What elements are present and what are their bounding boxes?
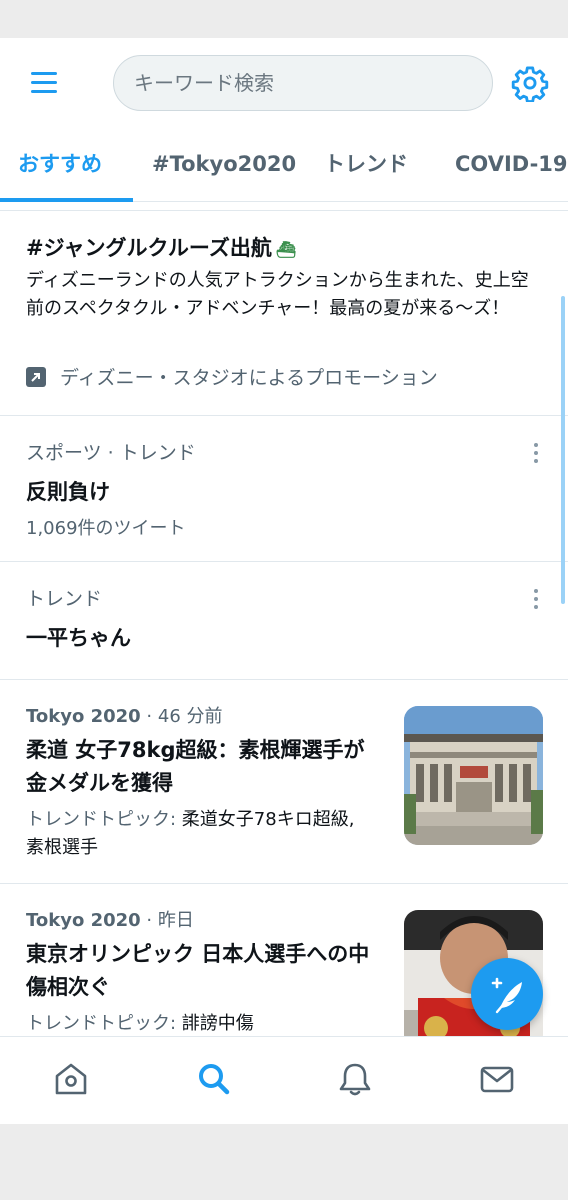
active-tab-indicator [0, 198, 133, 202]
bottom-navigation [0, 1036, 568, 1124]
trend-item[interactable]: スポーツ · トレンド 反則負け 1,069件のツイート [0, 416, 568, 562]
bell-icon[interactable] [335, 1059, 375, 1099]
trend-name: 反則負け [26, 480, 110, 504]
app-screen: キーワード検索 おすすめ #Tokyo2020 トレンド COVID-19 #ジ… [0, 38, 568, 1124]
news-meta: Tokyo 2020 · 昨日 [26, 910, 194, 931]
home-icon[interactable] [51, 1059, 91, 1099]
news-topics: トレンドトピック: 柔道女子78キロ超級, 素根選手 [26, 809, 355, 858]
promoted-trend[interactable]: #ジャングルクルーズ出航 ⛴ ディズニーランドの人気アトラクションから生まれた、史… [0, 212, 568, 416]
trend-item[interactable]: トレンド 一平ちゃん [0, 562, 568, 680]
envelope-icon[interactable] [477, 1059, 517, 1099]
gear-icon[interactable] [511, 64, 549, 102]
news-meta: Tokyo 2020 · 46 分前 [26, 706, 223, 727]
tab-covid19[interactable]: COVID-19 [455, 126, 568, 202]
tab-recommended[interactable]: おすすめ [18, 126, 102, 202]
tab-trends[interactable]: トレンド [324, 126, 408, 202]
tab-tokyo2020[interactable]: #Tokyo2020 [152, 126, 296, 202]
search-input[interactable]: キーワード検索 [113, 55, 493, 111]
news-thumbnail [404, 706, 543, 845]
news-headline: 柔道 女子78kg超級：素根輝選手が金メダルを獲得 [26, 738, 365, 795]
trend-category: トレンド [26, 588, 103, 610]
promoted-arrow-icon [26, 367, 46, 387]
news-item[interactable]: Tokyo 2020 · 46 分前 柔道 女子78kg超級：素根輝選手が金メダ… [0, 680, 568, 884]
more-vertical-icon[interactable] [528, 586, 544, 614]
boat-emoji-icon: ⛴ [275, 240, 297, 259]
news-topics: トレンドトピック: 誹謗中傷 [26, 1013, 254, 1034]
news-headline: 東京オリンピック 日本人選手への中傷相次ぐ [26, 942, 370, 999]
top-header: キーワード検索 [0, 38, 568, 126]
compose-tweet-button[interactable] [471, 958, 543, 1030]
trend-name: 一平ちゃん [26, 626, 131, 650]
search-icon[interactable] [194, 1059, 234, 1099]
divider [0, 210, 568, 211]
explore-feed: #ジャングルクルーズ出航 ⛴ ディズニーランドの人気アトラクションから生まれた、史… [0, 210, 568, 1038]
promo-description: ディズニーランドの人気アトラクションから生まれた、史上空前のスペクタクル・アドベ… [26, 270, 529, 319]
tweet-count: 1,069件のツイート [26, 518, 186, 539]
trend-category: スポーツ · トレンド [26, 442, 196, 464]
compose-tweet-icon [491, 977, 522, 1014]
hamburger-menu-icon[interactable] [26, 64, 62, 100]
promo-title: #ジャングルクルーズ出航 ⛴ [26, 236, 297, 260]
explore-tabs: おすすめ #Tokyo2020 トレンド COVID-19 [0, 126, 568, 202]
promoted-by-line: ディズニー・スタジオによるプロモーション [26, 363, 438, 390]
more-vertical-icon[interactable] [528, 440, 544, 468]
scrollbar[interactable] [561, 296, 565, 604]
